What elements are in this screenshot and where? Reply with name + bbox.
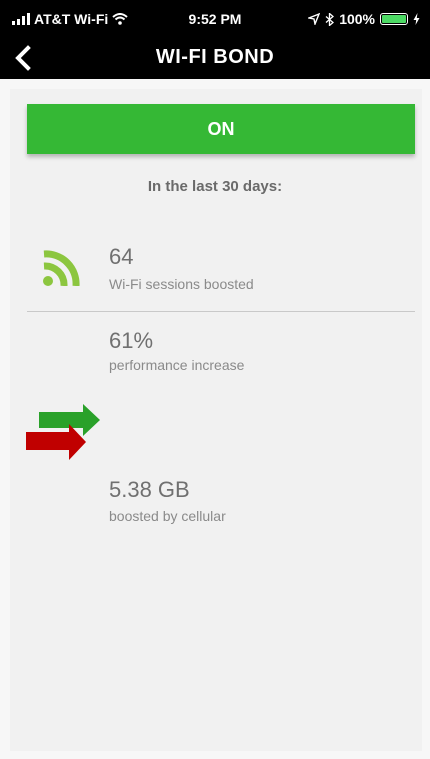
cellular-value: 5.38 GB bbox=[109, 477, 190, 502]
location-arrow-icon bbox=[308, 13, 321, 25]
battery-percent: 100% bbox=[339, 11, 375, 27]
battery-icon bbox=[380, 13, 408, 25]
wifi-signal-icon bbox=[43, 250, 80, 286]
period-label: In the last 30 days: bbox=[147, 178, 283, 195]
status-bar: AT&T Wi-Fi 9:52 PM 100% bbox=[0, 0, 430, 36]
sessions-label: Wi-Fi sessions boosted bbox=[109, 276, 254, 292]
bond-toggle-button[interactable]: ON bbox=[27, 104, 415, 154]
top-bar: AT&T Wi-Fi 9:52 PM 100% WI-FI BOND bbox=[0, 0, 430, 79]
cellular-label: boosted by cellular bbox=[109, 508, 226, 524]
performance-label: performance increase bbox=[109, 357, 245, 373]
charging-bolt-icon bbox=[413, 13, 420, 25]
bond-arrows-icon bbox=[26, 404, 100, 460]
nav-bar: WI-FI BOND bbox=[0, 36, 430, 79]
performance-value: 61% bbox=[109, 328, 154, 353]
sessions-value: 64 bbox=[109, 244, 134, 269]
app-screen: AT&T Wi-Fi 9:52 PM 100% WI-FI BOND ON In… bbox=[0, 0, 430, 759]
bluetooth-icon bbox=[325, 12, 335, 26]
divider bbox=[27, 311, 415, 312]
status-right: 100% bbox=[308, 11, 420, 27]
page-title: WI-FI BOND bbox=[155, 46, 275, 68]
